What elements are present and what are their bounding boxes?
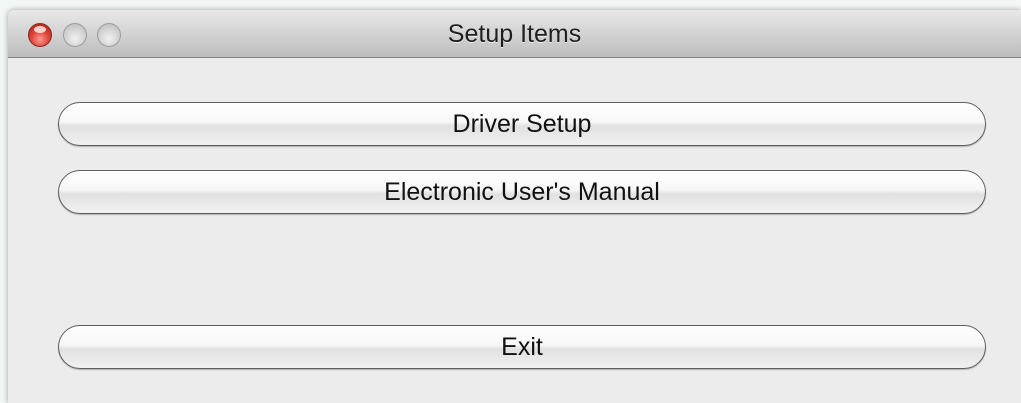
title-bar[interactable]: Setup Items [8,10,1021,58]
window-content: Driver Setup Electronic User's Manual Ex… [8,58,1021,403]
setup-items-window: Setup Items Driver Setup Electronic User… [8,10,1021,403]
window-title: Setup Items [447,20,582,48]
exit-button[interactable]: Exit [58,325,986,369]
driver-setup-button[interactable]: Driver Setup [58,102,986,146]
user-manual-button[interactable]: Electronic User's Manual [58,170,986,214]
